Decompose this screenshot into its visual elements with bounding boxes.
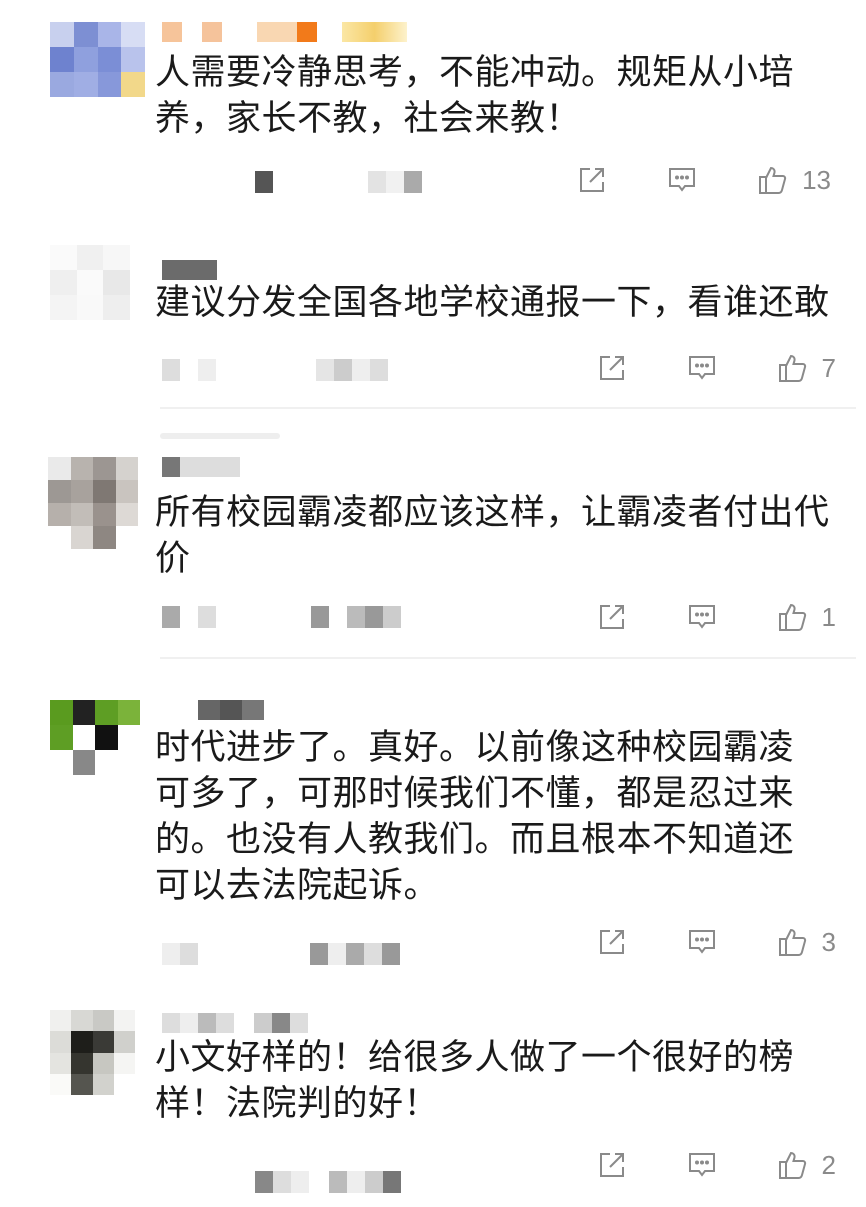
comment-icon [688, 930, 715, 954]
avatar[interactable] [48, 457, 138, 549]
like-icon-wrap [772, 597, 812, 637]
comment-button[interactable] [682, 597, 722, 637]
like-count: 2 [821, 1149, 836, 1180]
comment-meta [255, 1170, 401, 1194]
divider [160, 433, 280, 439]
comment-text: 建议分发全国各地学校通报一下，看谁还敢 [155, 283, 830, 323]
like-icon-wrap [752, 160, 792, 200]
comment-icon [688, 605, 715, 629]
like-icon-wrap [772, 922, 812, 962]
like-icon-wrap [772, 1145, 812, 1185]
comment-item: 人需要冷静思考，不能冲动。规矩从小培养，家长不教，社会来教！ 13 [0, 0, 866, 225]
comment-actions: 1 [542, 597, 836, 637]
avatar[interactable] [50, 245, 130, 320]
comment-button[interactable] [682, 348, 722, 388]
comment-item: 时代进步了。真好。以前像这种校园霸凌可多了，可那时候我们不懂，都是忍过来的。也没… [0, 680, 866, 990]
comment-icon [688, 1153, 715, 1177]
like-icon-wrap [772, 348, 812, 388]
comment-text: 所有校园霸凌都应该这样，让霸凌者付出代价 [155, 493, 830, 579]
avatar[interactable] [50, 1010, 135, 1095]
comment-item: 小文好样的！给很多人做了一个很好的榜样！法院判的好！ 2 [0, 995, 866, 1207]
comment-meta [162, 942, 400, 966]
username[interactable] [162, 1013, 327, 1033]
share-button[interactable] [592, 348, 632, 388]
comment-meta [162, 605, 401, 629]
like-button[interactable]: 2 [772, 1145, 836, 1185]
share-button[interactable] [592, 922, 632, 962]
share-button[interactable] [592, 1145, 632, 1185]
thumbs-up-icon [778, 603, 806, 631]
share-button[interactable] [592, 597, 632, 637]
share-icon [599, 1153, 624, 1177]
thumbs-up-icon [778, 354, 806, 382]
comment-text: 时代进步了。真好。以前像这种校园霸凌可多了，可那时候我们不懂，都是忍过来的。也没… [155, 728, 795, 906]
comment-actions: 7 [542, 348, 836, 388]
like-count: 3 [821, 926, 836, 957]
share-button[interactable] [572, 160, 612, 200]
comment-actions: 3 [542, 922, 836, 962]
username[interactable] [162, 260, 222, 280]
comment-button[interactable] [662, 160, 702, 200]
comment-icon [669, 168, 696, 192]
like-count: 7 [821, 352, 836, 383]
comment-item: 所有校园霸凌都应该这样，让霸凌者付出代价 1 [0, 445, 866, 670]
comment-actions: 13 [522, 160, 831, 200]
share-icon [580, 168, 605, 192]
username[interactable] [162, 22, 407, 42]
avatar[interactable] [50, 22, 145, 97]
comment-item: 建议分发全国各地学校通报一下，看谁还敢 7 [0, 225, 866, 439]
username[interactable] [198, 700, 268, 720]
like-button[interactable]: 3 [772, 922, 836, 962]
thumbs-up-icon [778, 1151, 806, 1179]
share-icon [599, 356, 624, 380]
share-icon [599, 930, 624, 954]
comment-actions: 2 [542, 1145, 836, 1185]
share-icon [599, 605, 624, 629]
divider [160, 657, 856, 659]
like-button[interactable]: 13 [752, 160, 831, 200]
like-button[interactable]: 7 [772, 348, 836, 388]
username[interactable] [162, 457, 242, 477]
comment-button[interactable] [682, 922, 722, 962]
comment-meta [162, 358, 388, 382]
like-count: 1 [821, 601, 836, 632]
thumbs-up-icon [778, 928, 806, 956]
divider [160, 407, 856, 409]
like-count: 13 [802, 164, 831, 195]
comment-text: 人需要冷静思考，不能冲动。规矩从小培养，家长不教，社会来教！ [155, 53, 795, 139]
comment-meta [255, 170, 422, 194]
thumbs-up-icon [759, 166, 787, 194]
like-button[interactable]: 1 [772, 597, 836, 637]
comment-button[interactable] [682, 1145, 722, 1185]
avatar[interactable] [50, 700, 140, 775]
comment-text: 小文好样的！给很多人做了一个很好的榜样！法院判的好！ [155, 1038, 795, 1124]
comment-icon [688, 356, 715, 380]
